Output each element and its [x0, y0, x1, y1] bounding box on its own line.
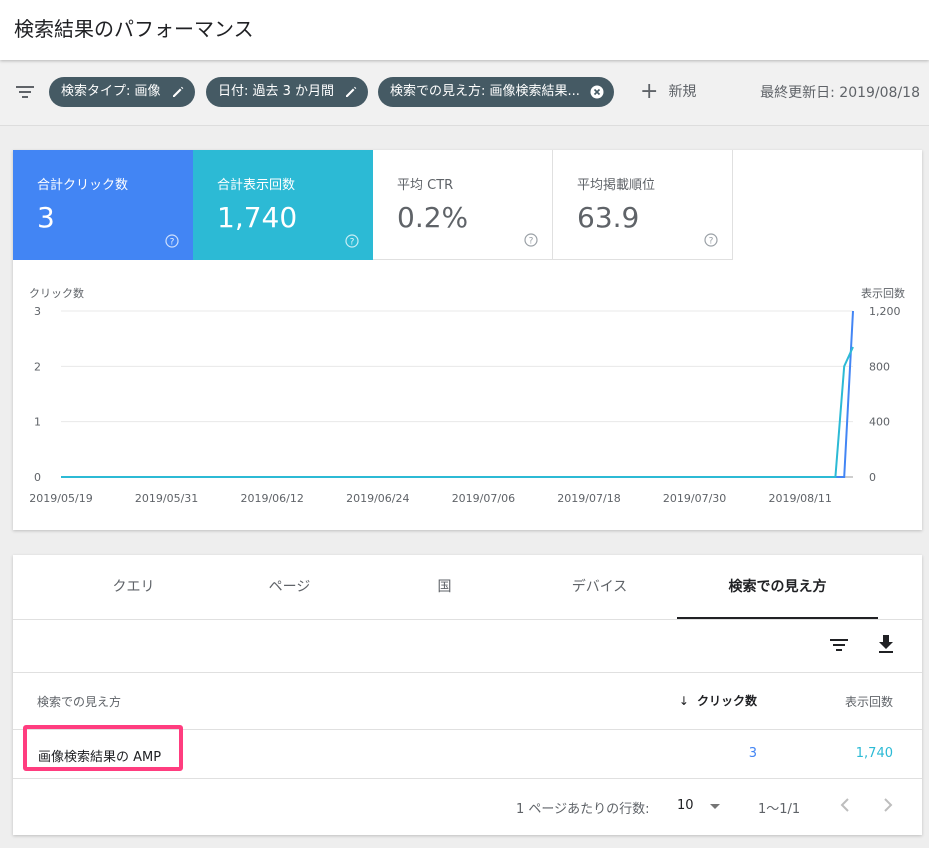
filter-chip-search-type[interactable]: 検索タイプ: 画像 — [49, 77, 195, 107]
column-header-clicks[interactable]: ↓ クリック数 — [679, 692, 757, 709]
filter-icon[interactable] — [15, 84, 35, 100]
download-icon[interactable] — [876, 633, 896, 655]
metric-label: 平均 CTR — [397, 178, 454, 193]
help-icon[interactable]: ? — [165, 234, 179, 248]
pencil-icon[interactable] — [344, 85, 358, 99]
x-tick-label: 2019/06/12 — [240, 492, 303, 505]
metric-total-clicks[interactable]: 合計クリック数 3 ? — [13, 150, 193, 260]
new-filter-label: 新規 — [668, 84, 697, 100]
performance-chart: クリック数 表示回数 3 1,200 2 800 1 400 0 0 2019/05/19 2019/… — [29, 286, 905, 505]
dimension-tabs: クエリ ページ 国 デバイス 検索での見え方 — [13, 555, 922, 620]
sort-arrow-down-icon: ↓ — [678, 694, 689, 708]
help-icon[interactable]: ? — [524, 233, 538, 247]
page-title: 検索結果のパフォーマンス — [14, 17, 254, 41]
metric-value: 0.2% — [397, 201, 469, 234]
x-tick-label: 2019/08/11 — [768, 492, 831, 505]
tab-country[interactable]: 国 — [366, 555, 523, 619]
right-tick-label: 800 — [869, 360, 890, 373]
filter-chip-search-appearance[interactable]: 検索での見え方: 画像検索結果... — [378, 77, 615, 107]
clicks-series-line — [61, 310, 854, 478]
table-pagination: 1 ページあたりの行数: 10 1〜1/1 — [13, 779, 922, 835]
metric-total-impressions[interactable]: 合計表示回数 1,740 ? — [193, 150, 373, 260]
column-header-appearance[interactable]: 検索での見え方 — [37, 693, 121, 710]
page-header: 検索結果のパフォーマンス — [0, 0, 929, 60]
table-header: 検索での見え方 ↓ クリック数 表示回数 — [13, 673, 922, 730]
next-page-icon[interactable] — [882, 797, 894, 813]
row-appearance-name: 画像検索結果の AMP — [38, 750, 162, 765]
left-tick-label: 1 — [34, 416, 41, 429]
filter-chip-label: 検索での見え方: 画像検索結果... — [390, 84, 580, 99]
metric-label: 平均掲載順位 — [577, 178, 656, 193]
row-clicks-value: 3 — [748, 746, 757, 761]
svg-text:?: ? — [709, 237, 714, 247]
new-filter-button[interactable]: + 新規 — [640, 80, 696, 104]
rows-per-page-select[interactable]: 10 — [677, 794, 727, 818]
tab-page[interactable]: ページ — [211, 555, 368, 619]
column-header-clicks-label: クリック数 — [696, 694, 757, 708]
right-tick-label: 1,200 — [869, 305, 901, 318]
x-tick-label: 2019/07/06 — [452, 492, 515, 505]
left-axis-label: クリック数 — [29, 287, 84, 300]
metric-label: 合計表示回数 — [217, 178, 296, 193]
svg-text:?: ? — [529, 237, 534, 247]
svg-text:?: ? — [350, 238, 355, 248]
tab-device[interactable]: デバイス — [521, 555, 678, 619]
tab-query[interactable]: クエリ — [55, 555, 212, 619]
filter-chip-label: 検索タイプ: 画像 — [61, 84, 161, 99]
metric-label: 合計クリック数 — [37, 178, 129, 193]
left-tick-label: 0 — [34, 471, 41, 484]
left-tick-label: 3 — [34, 305, 41, 318]
x-tick-label: 2019/05/19 — [29, 492, 92, 505]
right-axis-label: 表示回数 — [861, 286, 905, 300]
prev-page-icon[interactable] — [839, 797, 851, 813]
filter-chip-date[interactable]: 日付: 過去 3 か月間 — [206, 77, 369, 107]
pencil-icon[interactable] — [171, 85, 185, 99]
column-header-impressions[interactable]: 表示回数 — [845, 693, 893, 710]
left-tick-label: 2 — [34, 360, 41, 373]
tab-search-appearance[interactable]: 検索での見え方 — [677, 555, 878, 619]
metric-average-ctr[interactable]: 平均 CTR 0.2% ? — [373, 150, 553, 260]
x-tick-label: 2019/07/30 — [663, 492, 726, 505]
last-updated: 最終更新日: 2019/08/18 — [760, 85, 920, 101]
table-card: クエリ ページ 国 デバイス 検索での見え方 検索での見え方 ↓ クリック数 表示… — [13, 555, 922, 835]
filter-bar: 検索タイプ: 画像 日付: 過去 3 か月間 検索での見え方: 画像検索結果..… — [0, 60, 929, 126]
filter-rows-icon[interactable] — [829, 637, 849, 653]
x-tick-label: 2019/06/24 — [346, 492, 409, 505]
svg-text:?: ? — [170, 238, 175, 248]
x-tick-label: 2019/07/18 — [557, 492, 620, 505]
x-tick-label: 2019/05/31 — [135, 492, 198, 505]
table-toolbar — [13, 619, 922, 673]
metric-value: 3 — [37, 201, 55, 234]
help-icon[interactable]: ? — [704, 233, 718, 247]
right-tick-label: 0 — [869, 471, 876, 484]
filter-chip-label: 日付: 過去 3 か月間 — [218, 84, 335, 99]
performance-card: 合計クリック数 3 ? 合計表示回数 1,740 ? 平均 CTR 0.2% ?… — [13, 150, 922, 530]
metric-value: 63.9 — [577, 201, 640, 234]
rows-per-page-label: 1 ページあたりの行数: — [516, 802, 650, 817]
dropdown-arrow-icon — [710, 804, 720, 809]
metric-value: 1,740 — [217, 201, 298, 234]
right-tick-label: 400 — [869, 416, 890, 429]
help-icon[interactable]: ? — [345, 234, 359, 248]
plus-icon: + — [640, 79, 659, 104]
close-circle-icon[interactable] — [590, 85, 604, 99]
table-row[interactable]: 画像検索結果の AMP 3 1,740 — [13, 725, 922, 779]
row-impressions-value: 1,740 — [855, 746, 893, 761]
metric-average-position[interactable]: 平均掲載順位 63.9 ? — [553, 150, 733, 260]
rows-per-page-value: 10 — [677, 798, 694, 813]
page-range: 1〜1/1 — [758, 802, 801, 817]
